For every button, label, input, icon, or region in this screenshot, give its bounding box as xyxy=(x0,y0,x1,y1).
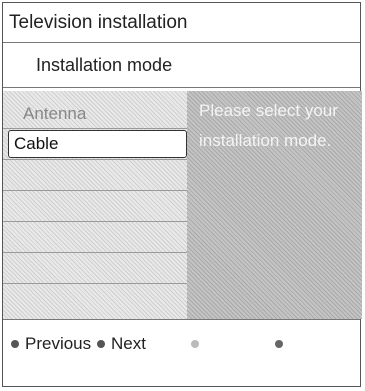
tv-menu-frame: Television installation Installation mod… xyxy=(2,2,362,387)
menu-divider xyxy=(3,221,187,222)
blue-key[interactable] xyxy=(275,320,289,368)
menu-divider xyxy=(3,190,187,191)
menu-divider xyxy=(3,252,187,253)
info-text: Please select your installation mode. xyxy=(199,101,338,150)
page-title: Television installation xyxy=(3,3,360,43)
menu-divider xyxy=(3,283,187,284)
menu-divider xyxy=(3,159,187,160)
options-list: Antenna Cable xyxy=(3,91,187,319)
next-button[interactable]: Next xyxy=(97,320,146,368)
menu-subtitle: Installation mode xyxy=(3,43,360,88)
option-cable[interactable]: Cable xyxy=(8,130,187,158)
yellow-key[interactable] xyxy=(191,320,205,368)
previous-label: Previous xyxy=(25,334,92,353)
option-antenna[interactable]: Antenna xyxy=(3,99,187,129)
footer-bar: Previous Next xyxy=(3,320,360,368)
green-key-icon xyxy=(97,340,105,348)
red-key-icon xyxy=(11,340,19,348)
next-label: Next xyxy=(111,334,146,353)
yellow-key-icon xyxy=(191,340,199,348)
menu-area: Antenna Cable Please select your install… xyxy=(3,91,362,320)
blue-key-icon xyxy=(275,340,283,348)
info-panel: Please select your installation mode. xyxy=(187,91,362,319)
previous-button[interactable]: Previous xyxy=(11,320,91,368)
